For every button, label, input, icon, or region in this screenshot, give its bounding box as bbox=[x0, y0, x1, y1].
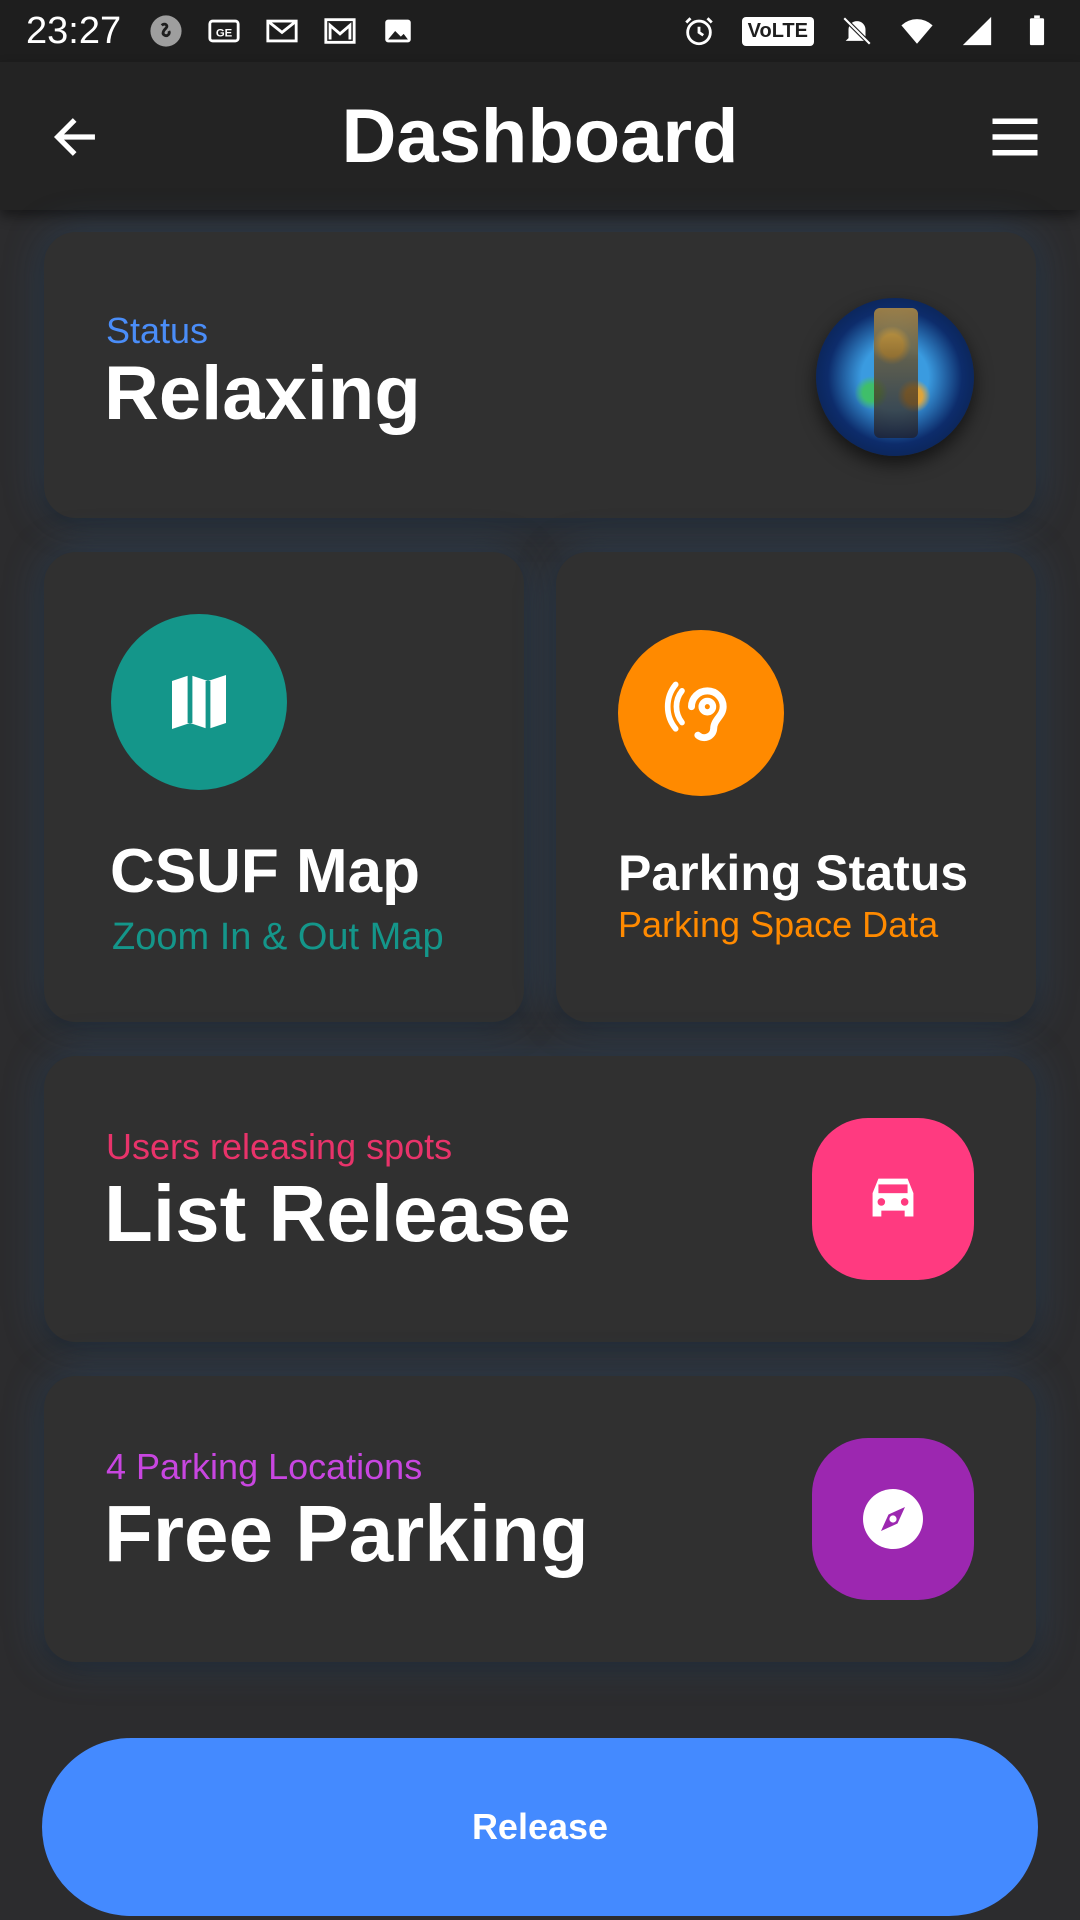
list-release-card[interactable]: Users releasing spots List Release bbox=[44, 1056, 1036, 1342]
volte-icon: VoLTE bbox=[741, 16, 814, 46]
gmail-outline-icon bbox=[323, 14, 357, 48]
bell-off-icon bbox=[840, 14, 874, 48]
gmail-icon bbox=[265, 14, 299, 48]
map-icon bbox=[172, 675, 226, 729]
map-icon-circle bbox=[111, 614, 287, 790]
free-card-title: Free Parking bbox=[104, 1489, 589, 1578]
parking-card-title: Parking Status bbox=[618, 845, 969, 901]
system-icons: VoLTE bbox=[682, 14, 1054, 48]
ge-icon: GE bbox=[207, 14, 241, 48]
app-bar: Dashboard bbox=[0, 62, 1080, 210]
notification-icons: GE bbox=[149, 14, 415, 48]
shazam-icon bbox=[149, 14, 183, 48]
csuf-map-card[interactable]: CSUF Map Zoom In & Out Map bbox=[44, 552, 524, 1022]
free-parking-card[interactable]: 4 Parking Locations Free Parking bbox=[44, 1376, 1036, 1662]
status-label: Status bbox=[106, 310, 209, 351]
hearing-icon bbox=[664, 681, 727, 742]
status-value: Relaxing bbox=[104, 351, 421, 436]
release-card-kicker: Users releasing spots bbox=[106, 1126, 453, 1167]
battery-icon bbox=[1020, 14, 1054, 48]
alarm-icon bbox=[682, 14, 716, 48]
svg-text:GE: GE bbox=[216, 28, 233, 40]
signal-icon bbox=[960, 14, 994, 48]
parking-status-card[interactable]: Parking Status Parking Space Data bbox=[556, 552, 1036, 1022]
release-button[interactable]: Release bbox=[42, 1738, 1038, 1916]
map-card-subtitle: Zoom In & Out Map bbox=[112, 916, 444, 958]
compass-icon-tile bbox=[812, 1438, 974, 1600]
car-icon bbox=[872, 1178, 914, 1217]
hamburger-menu-icon bbox=[992, 118, 1038, 156]
image-icon bbox=[381, 14, 415, 48]
hearing-icon-circle bbox=[618, 630, 784, 796]
release-card-title: List Release bbox=[104, 1169, 571, 1258]
status-card[interactable]: Status Relaxing bbox=[44, 232, 1036, 518]
compass-icon bbox=[863, 1489, 923, 1549]
back-button[interactable] bbox=[40, 102, 110, 172]
arrow-left-icon bbox=[53, 118, 95, 156]
profile-avatar[interactable] bbox=[816, 298, 974, 456]
free-card-kicker: 4 Parking Locations bbox=[106, 1446, 423, 1487]
map-card-title: CSUF Map bbox=[110, 837, 420, 906]
car-icon-tile bbox=[812, 1118, 974, 1280]
parking-card-subtitle: Parking Space Data bbox=[618, 904, 939, 945]
wifi-icon bbox=[900, 14, 934, 48]
status-time: 23:27 bbox=[26, 9, 122, 52]
page-title: Dashboard bbox=[341, 93, 739, 179]
status-bar: 23:27 GE VoLTE bbox=[0, 0, 1080, 62]
menu-button[interactable] bbox=[980, 102, 1050, 172]
